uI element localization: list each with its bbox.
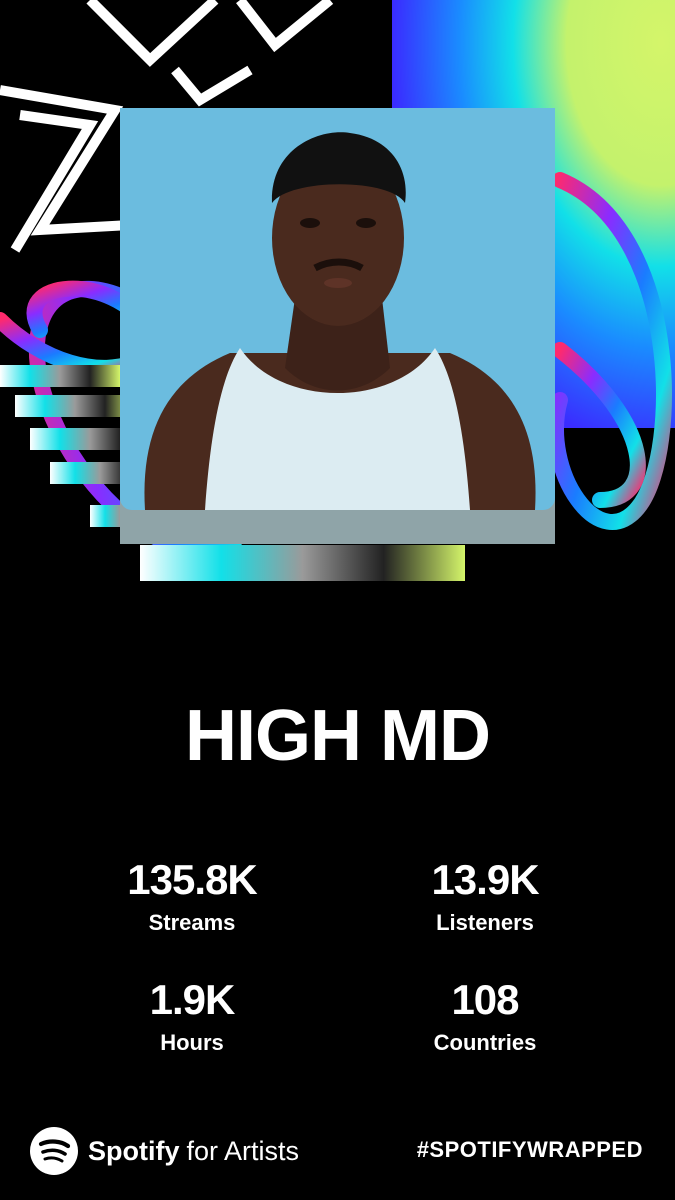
stat-streams: 135.8K Streams	[62, 856, 322, 936]
artist-name: HIGH MD	[185, 696, 491, 776]
stat-value: 108	[451, 976, 519, 1023]
artist-portrait-frame	[120, 108, 555, 544]
brand-name: Spotify	[88, 1135, 180, 1166]
stat-label: Streams	[148, 910, 236, 935]
stat-listeners: 13.9K Listeners	[355, 856, 615, 936]
hashtag: #SPOTIFYWRAPPED	[416, 1137, 643, 1162]
artist-portrait	[120, 108, 555, 510]
stat-label: Listeners	[436, 910, 534, 935]
stat-value: 1.9K	[149, 976, 236, 1023]
stat-value: 135.8K	[127, 856, 257, 903]
stat-label: Countries	[433, 1030, 537, 1055]
spotify-for-artists-logo: Spotify for Artists	[30, 1127, 299, 1175]
stat-value: 13.9K	[431, 856, 539, 903]
stat-hours: 1.9K Hours	[62, 976, 322, 1056]
brand-suffix: for Artists	[186, 1135, 300, 1166]
stat-label: Hours	[160, 1030, 224, 1055]
stat-countries: 108 Countries	[355, 976, 615, 1056]
spotify-logo-icon	[30, 1127, 78, 1175]
artist-silhouette	[144, 132, 536, 510]
